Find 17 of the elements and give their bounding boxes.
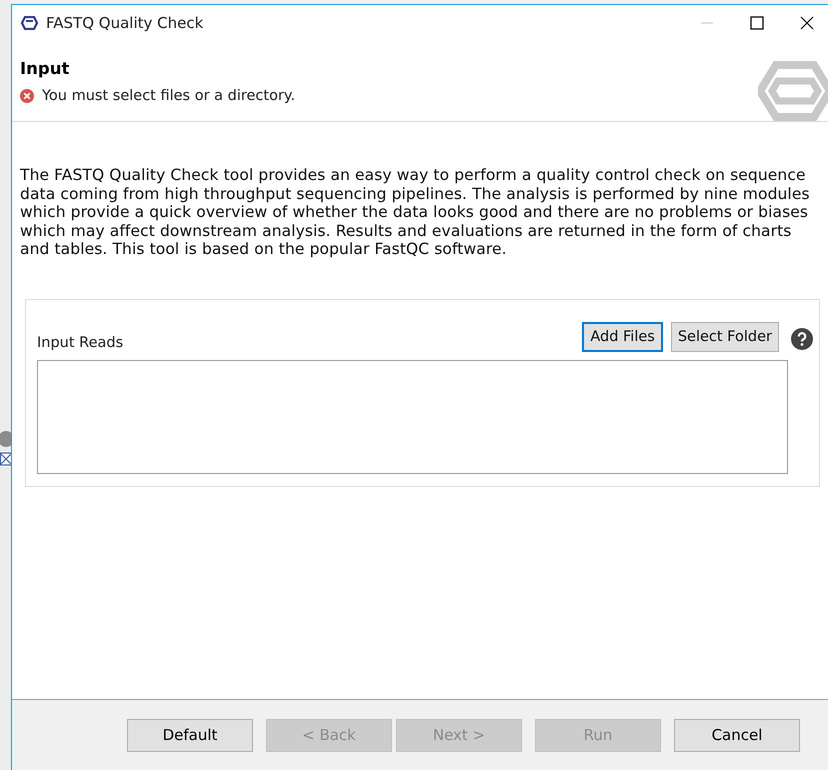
error-message: You must select files or a directory. [42,88,296,104]
error-icon [20,89,34,103]
input-reads-list[interactable] [37,360,788,474]
app-icon [20,16,38,30]
footer-button[interactable]: Cancel [674,718,800,752]
page-title: Input [20,59,70,78]
select-folder-button[interactable]: Select Folder [670,322,779,352]
close-icon[interactable] [800,16,814,30]
add-files-button[interactable]: Add Files [582,322,663,352]
input-reads-label: Input Reads [37,334,124,350]
maximize-icon[interactable] [750,16,764,30]
logo-icon [758,59,828,123]
avatar-icon [0,430,11,448]
window-title: FASTQ Quality Check [46,14,204,32]
help-icon[interactable] [791,328,813,350]
footer-button[interactable]: Default [127,718,253,752]
description-text: The FASTQ Quality Check tool provides an easy way to perform a quality control check on sequence data coming from high throughput sequencing pipelines. The analysis is performed by nine modules which provide a quick overview of whether the data looks good and there are no problems or biases which may affect downstream analysis. Results and evaluations are returned in the form of charts and tables. This tool is based on the popular FastQC software. [20,166,811,258]
